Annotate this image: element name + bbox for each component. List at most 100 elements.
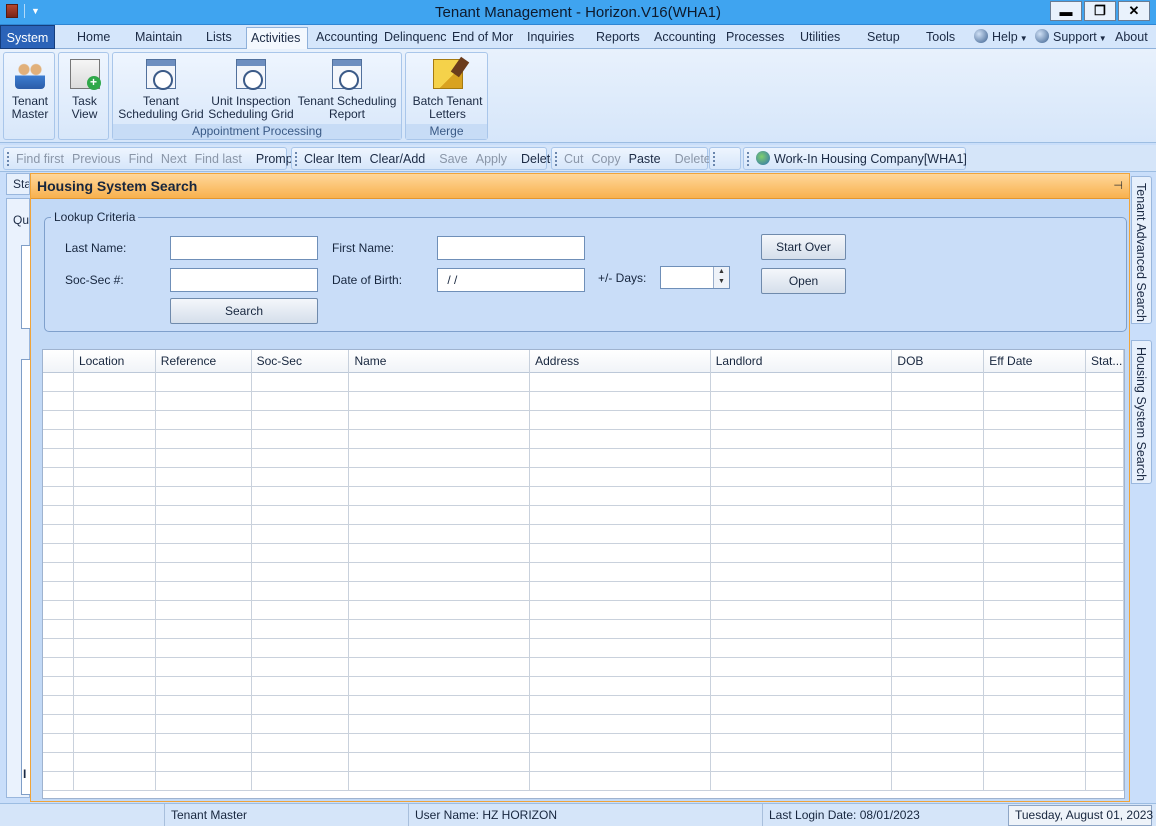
search-button[interactable]: Search [170,298,318,324]
column-header[interactable]: Soc-Sec [252,350,350,373]
menu-reports[interactable]: Reports [592,27,644,49]
table-row[interactable] [43,753,1124,772]
column-header[interactable]: Location [74,350,156,373]
next-button[interactable]: Next [157,152,191,166]
menu-accounting[interactable]: Accounting [312,27,378,49]
table-cell [984,582,1087,600]
table-cell [74,411,156,429]
table-row[interactable] [43,411,1124,430]
table-row[interactable] [43,525,1124,544]
table-row[interactable] [43,544,1124,563]
menu-tools[interactable]: Tools [922,27,959,49]
menu-processes[interactable]: Processes [722,27,788,49]
tenant-master-button[interactable]: Tenant Master [4,57,56,121]
grip-handle[interactable] [7,152,9,166]
table-row[interactable] [43,677,1124,696]
clear-add-button[interactable]: Clear/Add [366,152,430,166]
tab-housing-system-search[interactable]: Housing System Search [1131,340,1152,484]
unit-inspection-grid-button[interactable]: Unit Inspection Scheduling Grid [207,57,295,121]
column-header[interactable]: Address [530,350,711,373]
menu-about[interactable]: About [1111,27,1152,49]
column-header[interactable]: Name [349,350,531,373]
stepper-arrows-icon[interactable]: ▲ ▼ [713,267,729,288]
menu-activities[interactable]: Activities [246,27,308,50]
table-cell [530,582,711,600]
table-cell [252,620,350,638]
days-stepper[interactable]: ▲ ▼ [660,266,730,289]
table-cell [892,373,985,391]
menu-support[interactable]: Support ▼ [1031,27,1111,49]
table-row[interactable] [43,582,1124,601]
table-row[interactable] [43,715,1124,734]
previous-button[interactable]: Previous [68,152,125,166]
menu-end-of-month[interactable]: End of Mor [448,27,514,49]
table-row[interactable] [43,639,1124,658]
close-button[interactable]: ✕ [1118,1,1150,21]
apply-button[interactable]: Apply [472,152,511,166]
task-view-button[interactable]: Task View [59,57,110,121]
table-row[interactable] [43,392,1124,411]
menu-delinquency[interactable]: Delinquenc [380,27,446,49]
restore-button[interactable]: ❐ [1084,1,1116,21]
copy-button[interactable]: Copy [587,152,624,166]
grip-handle[interactable] [295,152,297,166]
menu-inquiries[interactable]: Inquiries [523,27,578,49]
table-cell [530,677,711,695]
company-selector[interactable]: Work-In Housing Company[WHA1] [752,151,971,166]
menu-lists[interactable]: Lists [202,27,236,49]
pin-icon[interactable]: ⊣ [1113,179,1123,192]
tab-tenant-advanced-search[interactable]: Tenant Advanced Search [1131,176,1152,324]
open-button[interactable]: Open [761,268,846,294]
menu-maintain[interactable]: Maintain [131,27,186,49]
find-button[interactable]: Find [125,152,157,166]
menu-help[interactable]: Help ▼ [970,27,1032,49]
menu-setup[interactable]: Setup [863,27,904,49]
start-over-button[interactable]: Start Over [761,234,846,260]
column-header[interactable]: Reference [156,350,252,373]
table-row[interactable] [43,563,1124,582]
menu-utilities[interactable]: Utilities [796,27,844,49]
batch-tenant-letters-button[interactable]: Batch Tenant Letters [406,57,489,121]
table-row[interactable] [43,734,1124,753]
find-last-button[interactable]: Find last [191,152,246,166]
ssn-input[interactable] [170,268,318,292]
first-name-input[interactable] [437,236,585,260]
paste-button[interactable]: Paste [625,152,665,166]
save-button[interactable]: Save [435,152,472,166]
dob-input[interactable] [437,268,585,292]
left-tab[interactable]: Sta [6,173,30,195]
tenant-scheduling-grid-button[interactable]: Tenant Scheduling Grid [115,57,207,121]
menu-home[interactable]: Home [73,27,114,49]
grip-handle[interactable] [555,152,557,166]
tenant-scheduling-report-button[interactable]: Tenant Scheduling Report [295,57,399,121]
menu-system[interactable]: System [0,25,55,49]
minimize-button[interactable]: ▬ [1050,1,1082,21]
column-header[interactable]: Landlord [711,350,893,373]
table-row[interactable] [43,772,1124,791]
table-cell [349,544,531,562]
grip-handle[interactable] [713,152,715,166]
table-row[interactable] [43,658,1124,677]
results-grid[interactable]: Location Reference Soc-Sec Name Address Landl… [42,349,1125,799]
last-name-input[interactable] [170,236,318,260]
table-row[interactable] [43,696,1124,715]
task-add-icon [69,59,101,90]
table-row[interactable] [43,468,1124,487]
status-date: Tuesday, August 01, 2023 [1008,805,1153,826]
table-row[interactable] [43,506,1124,525]
table-row[interactable] [43,373,1124,392]
column-header[interactable]: Eff Date [984,350,1087,373]
table-cell [156,639,252,657]
column-header[interactable]: DOB [892,350,985,373]
cut-button[interactable]: Cut [560,152,587,166]
table-row[interactable] [43,620,1124,639]
grip-handle[interactable] [747,152,749,166]
table-row[interactable] [43,449,1124,468]
find-first-button[interactable]: Find first [12,152,68,166]
clear-item-button[interactable]: Clear Item [300,152,366,166]
column-header[interactable]: Stat... [1086,350,1124,373]
menu-accounting-2[interactable]: Accounting [650,27,716,49]
table-row[interactable] [43,601,1124,620]
table-row[interactable] [43,430,1124,449]
table-row[interactable] [43,487,1124,506]
